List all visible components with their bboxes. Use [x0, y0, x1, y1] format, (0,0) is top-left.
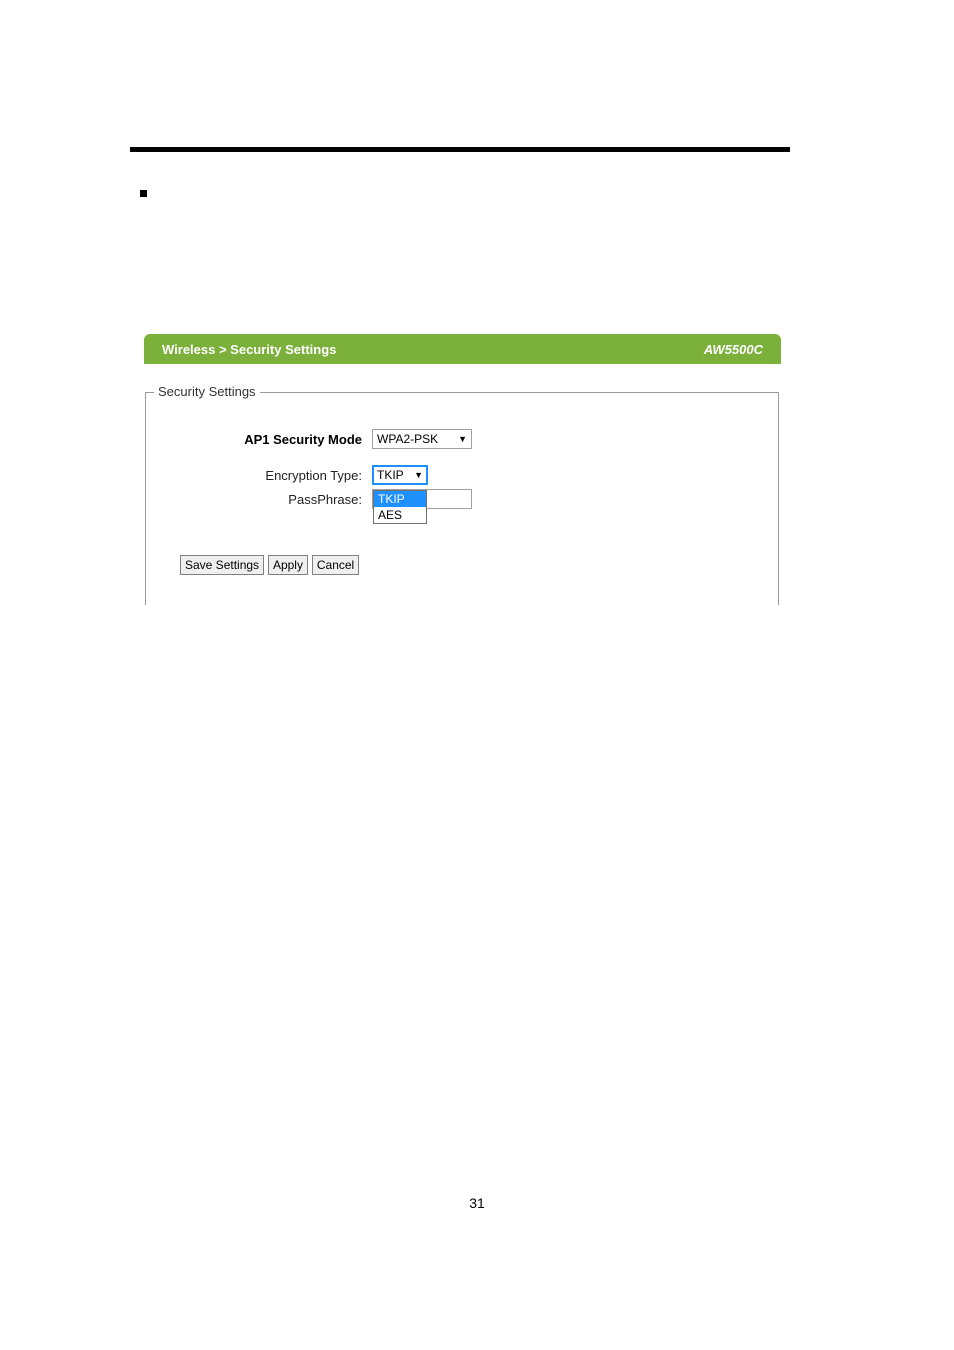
save-settings-button[interactable]: Save Settings — [180, 555, 264, 575]
encryption-type-dropdown[interactable]: TKIP AES — [373, 490, 427, 524]
bullet-icon — [140, 190, 147, 197]
chevron-down-icon: ▼ — [414, 471, 423, 480]
panel-header: Wireless > Security Settings AW5500C — [144, 334, 781, 364]
security-settings-fieldset: Security Settings AP1 Security Mode WPA2… — [145, 392, 779, 605]
cancel-button[interactable]: Cancel — [312, 555, 359, 575]
encryption-type-row: Encryption Type: TKIP ▼ — [172, 465, 752, 485]
horizontal-rule — [130, 147, 790, 152]
chevron-down-icon: ▼ — [458, 435, 467, 444]
encryption-option-aes[interactable]: AES — [374, 507, 426, 523]
encryption-option-tkip[interactable]: TKIP — [374, 491, 426, 507]
breadcrumb: Wireless > Security Settings — [162, 342, 336, 357]
encryption-type-value: TKIP — [377, 468, 404, 482]
encryption-type-label: Encryption Type: — [172, 468, 372, 483]
passphrase-label: PassPhrase: — [172, 492, 372, 507]
model-label: AW5500C — [704, 342, 763, 357]
passphrase-row: PassPhrase: — [172, 489, 752, 509]
apply-button[interactable]: Apply — [268, 555, 308, 575]
security-mode-label: AP1 Security Mode — [172, 432, 372, 447]
security-mode-value: WPA2-PSK — [377, 432, 438, 446]
security-mode-row: AP1 Security Mode WPA2-PSK ▼ — [172, 429, 752, 449]
fieldset-legend: Security Settings — [154, 384, 260, 399]
button-row: Save Settings Apply Cancel — [180, 555, 752, 575]
encryption-type-select[interactable]: TKIP ▼ — [372, 465, 428, 485]
page-number: 31 — [0, 1195, 954, 1211]
security-mode-select[interactable]: WPA2-PSK ▼ — [372, 429, 472, 449]
